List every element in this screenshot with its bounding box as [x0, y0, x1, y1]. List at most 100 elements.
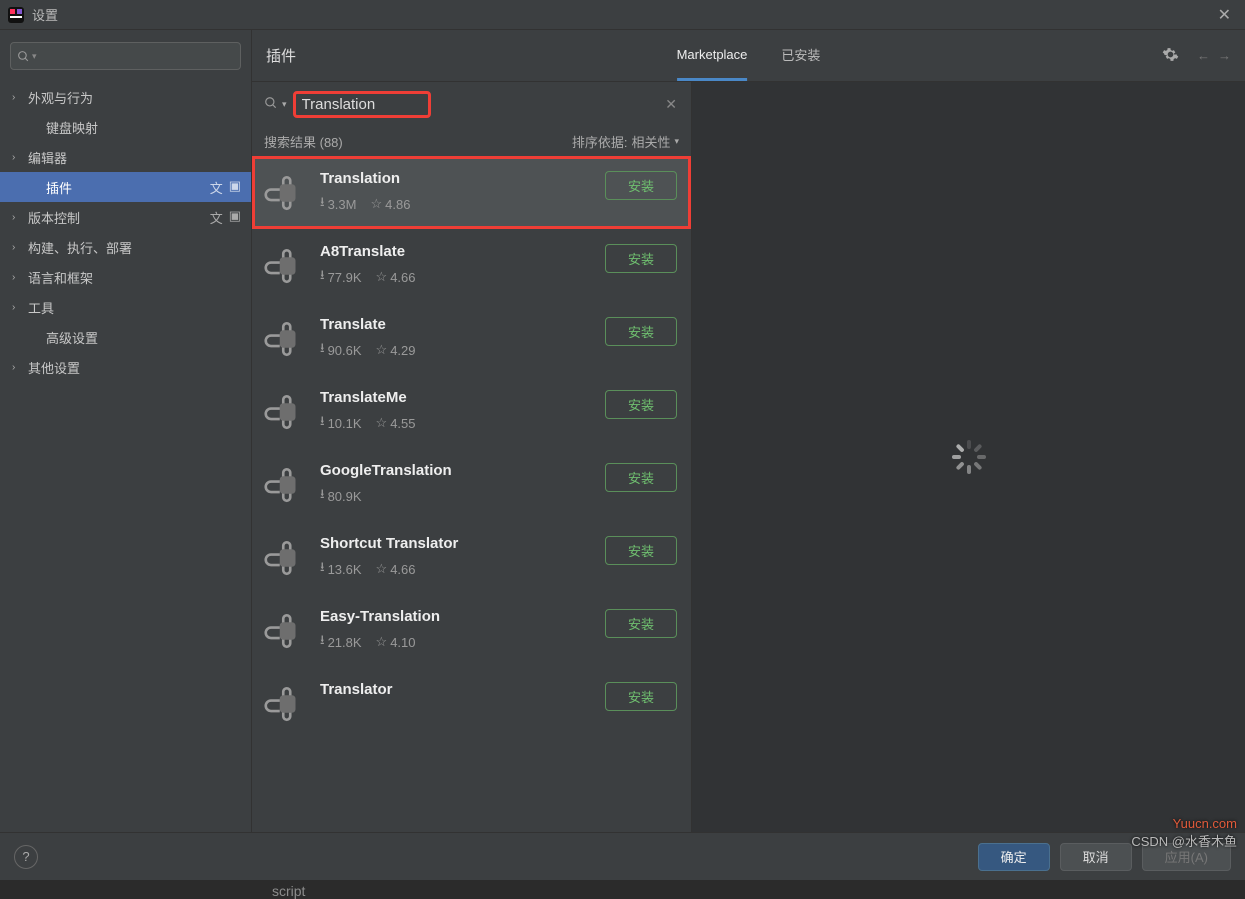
- help-button[interactable]: ?: [14, 845, 38, 869]
- plugin-name: Translate: [320, 316, 591, 333]
- tree-item-label: 键盘映射: [46, 118, 98, 137]
- install-button[interactable]: 安装: [605, 317, 677, 346]
- app-icon: [8, 7, 24, 23]
- nav-forward-icon[interactable]: →: [1218, 48, 1231, 63]
- plugin-icon: [264, 537, 306, 579]
- results-count: 搜索结果 (88): [264, 132, 343, 151]
- plugin-meta: ⭳ 90.6K☆ 4.29: [320, 339, 591, 361]
- plugin-item[interactable]: TranslateMe ⭳ 10.1K☆ 4.55 安装: [252, 375, 691, 448]
- sidebar-search-input[interactable]: [41, 49, 234, 64]
- page-title: 插件: [266, 45, 296, 66]
- tree-item[interactable]: ›版本控制文▣: [0, 202, 251, 232]
- plugin-meta: ⭳ 10.1K☆ 4.55: [320, 412, 591, 434]
- download-icon: ⭳: [320, 485, 325, 507]
- plugin-item[interactable]: Translator 安装: [252, 667, 691, 739]
- chevron-right-icon: ›: [12, 272, 15, 283]
- nav-back-icon[interactable]: ←: [1197, 48, 1210, 63]
- plugin-name: Translator: [320, 681, 591, 698]
- plugin-item[interactable]: Translate ⭳ 90.6K☆ 4.29 安装: [252, 302, 691, 375]
- project-icon: ▣: [229, 208, 241, 227]
- tree-item-label: 插件: [46, 178, 72, 197]
- plugin-icon: [264, 245, 306, 287]
- search-highlight: [293, 91, 431, 118]
- plugin-item[interactable]: GoogleTranslation ⭳ 80.9K 安装: [252, 448, 691, 521]
- chevron-right-icon: ›: [12, 362, 15, 373]
- plugin-name: Translation: [320, 170, 591, 187]
- star-icon: ☆: [376, 342, 388, 358]
- tree-item-label: 语言和框架: [28, 268, 93, 287]
- footer: ? 确定 取消 应用(A): [0, 832, 1245, 880]
- ok-button[interactable]: 确定: [978, 843, 1050, 871]
- plugin-meta: ⭳ 13.6K☆ 4.66: [320, 558, 591, 580]
- tree-item[interactable]: 键盘映射: [0, 112, 251, 142]
- cancel-button[interactable]: 取消: [1060, 843, 1132, 871]
- tab[interactable]: Marketplace: [677, 30, 748, 81]
- plugin-icon: [264, 683, 306, 725]
- install-button[interactable]: 安装: [605, 171, 677, 200]
- plugin-item[interactable]: Shortcut Translator⭳ 13.6K☆ 4.66安装: [252, 521, 691, 594]
- plugin-search-row: ▾ ✕: [252, 82, 691, 126]
- tree-item[interactable]: 高级设置: [0, 322, 251, 352]
- plugin-name: A8Translate: [320, 243, 591, 260]
- tree-item[interactable]: › 工具: [0, 292, 251, 322]
- plugin-icon: [264, 464, 306, 506]
- download-icon: ⭳: [320, 266, 325, 288]
- plugin-item[interactable]: Translation⭳ 3.3M☆ 4.86安装: [252, 156, 691, 229]
- plugin-list[interactable]: Translation⭳ 3.3M☆ 4.86安装A8Translate⭳ 77…: [252, 156, 691, 832]
- chevron-right-icon: ›: [12, 242, 15, 253]
- download-icon: ⭳: [320, 412, 325, 434]
- plugin-list-pane: ▾ ✕ 搜索结果 (88) 排序依据: 相关性 ▾ Translation⭳ 3…: [252, 82, 692, 832]
- translate-icon: 文: [210, 178, 223, 197]
- plugin-icon: [264, 172, 306, 214]
- plugin-detail-pane: [692, 82, 1245, 832]
- clear-search-icon[interactable]: ✕: [665, 96, 677, 113]
- tree-item[interactable]: ›外观与行为: [0, 82, 251, 112]
- install-button[interactable]: 安装: [605, 390, 677, 419]
- download-icon: ⭳: [320, 193, 325, 215]
- plugin-icon: [264, 610, 306, 652]
- tree-item-label: 编辑器: [28, 148, 67, 167]
- close-button[interactable]: ✕: [1212, 5, 1237, 25]
- settings-tree: ›外观与行为键盘映射›编辑器插件文▣›版本控制文▣›构建、执行、部署›语言和框架…: [0, 78, 251, 832]
- tree-item-label: 工具: [28, 298, 54, 317]
- search-icon: [264, 96, 278, 113]
- tree-item[interactable]: ›其他设置: [0, 352, 251, 382]
- install-button[interactable]: 安装: [605, 463, 677, 492]
- plugin-name: Easy-Translation: [320, 608, 591, 625]
- plugin-meta: ⭳ 80.9K: [320, 485, 591, 507]
- sidebar-search[interactable]: ▾: [10, 42, 241, 70]
- plugin-name: TranslateMe: [320, 389, 591, 406]
- star-icon: ☆: [376, 561, 388, 577]
- tree-item[interactable]: › 构建、执行、部署: [0, 232, 251, 262]
- content-header: 插件 Marketplace 已安装 ← →: [252, 30, 1245, 82]
- download-icon: ⭳: [320, 339, 325, 361]
- tabs: Marketplace 已安装: [677, 30, 821, 81]
- tree-item[interactable]: 插件 文 ▣: [0, 172, 251, 202]
- results-bar: 搜索结果 (88) 排序依据: 相关性 ▾: [252, 126, 691, 156]
- tree-item-label: 构建、执行、部署: [28, 238, 132, 257]
- install-button[interactable]: 安装: [605, 609, 677, 638]
- chevron-down-icon[interactable]: ▾: [282, 99, 287, 110]
- plugin-name: GoogleTranslation: [320, 462, 591, 479]
- tree-item-label: 高级设置: [46, 328, 98, 347]
- gear-icon[interactable]: [1162, 46, 1179, 66]
- plugin-search-input[interactable]: [302, 96, 422, 113]
- install-button[interactable]: 安装: [605, 682, 677, 711]
- plugin-item[interactable]: A8Translate⭳ 77.9K☆ 4.66安装: [252, 229, 691, 302]
- tree-item-label: 版本控制: [28, 208, 80, 227]
- tree-item[interactable]: › 语言和框架: [0, 262, 251, 292]
- sidebar: ▾ ›外观与行为键盘映射›编辑器插件文▣›版本控制文▣›构建、执行、部署›语言和…: [0, 30, 252, 832]
- tab[interactable]: 已安装: [781, 30, 820, 81]
- project-icon: ▣: [229, 178, 241, 197]
- install-button[interactable]: 安装: [605, 244, 677, 273]
- chevron-right-icon: ›: [12, 152, 15, 163]
- apply-button[interactable]: 应用(A): [1142, 843, 1231, 871]
- download-icon: ⭳: [320, 631, 325, 653]
- plugin-item[interactable]: Easy-Translation⭳ 21.8K☆ 4.10安装: [252, 594, 691, 667]
- sort-dropdown[interactable]: 排序依据: 相关性 ▾: [572, 132, 679, 151]
- plugin-icon: [264, 318, 306, 360]
- install-button[interactable]: 安装: [605, 536, 677, 565]
- chevron-down-icon: ▾: [32, 51, 37, 62]
- chevron-right-icon: ›: [12, 302, 15, 313]
- tree-item[interactable]: › 编辑器: [0, 142, 251, 172]
